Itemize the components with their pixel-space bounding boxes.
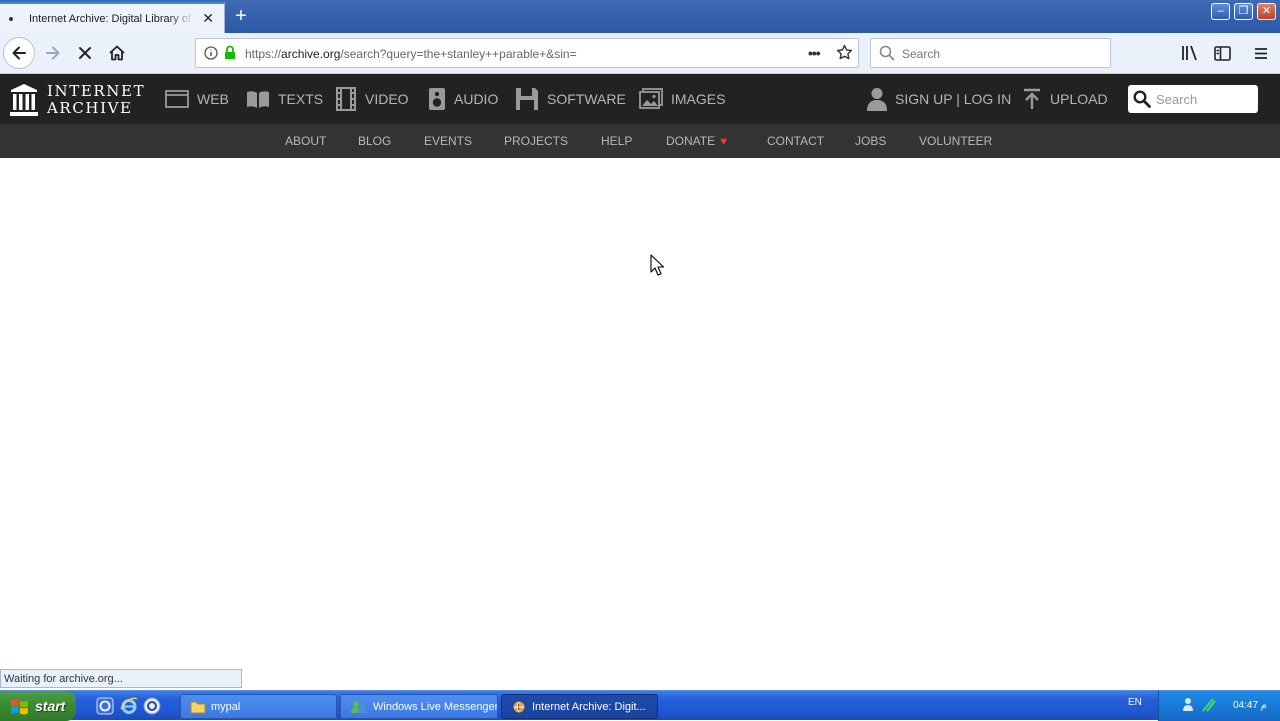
- language-indicator[interactable]: EN: [1128, 697, 1142, 708]
- upload-link[interactable]: UPLOAD: [1022, 86, 1108, 112]
- book-icon: [246, 89, 270, 109]
- shield-icon[interactable]: [1201, 697, 1217, 718]
- taskbar-item-label: mypal: [211, 700, 241, 713]
- system-tray: 04:47 ‫م‬: [1158, 691, 1280, 721]
- taskbar-item-internet-archive[interactable]: Internet Archive: Digit...: [501, 694, 658, 719]
- menu-software-label: SOFTWARE: [547, 91, 626, 107]
- loading-dot-icon: [9, 16, 13, 21]
- subnav-donate-label: DONATE: [666, 134, 716, 148]
- menu-images[interactable]: IMAGES: [639, 86, 725, 112]
- menu-audio[interactable]: AUDIO: [428, 86, 498, 112]
- arrow-right-icon[interactable]: [37, 37, 69, 69]
- menu-texts-label: TEXTS: [278, 91, 324, 107]
- lock-icon[interactable]: [224, 45, 236, 65]
- arrow-left-icon[interactable]: [3, 37, 35, 69]
- browser-search-placeholder: Search: [902, 47, 941, 61]
- heart-icon: ♥: [720, 134, 728, 148]
- floppy-disk-icon: [515, 87, 539, 111]
- window-close-icon[interactable]: ✕: [1257, 3, 1276, 20]
- archive-search-input[interactable]: Search: [1128, 85, 1258, 113]
- archive-logo[interactable]: INTERNET ARCHIVE: [10, 83, 144, 117]
- menu-web[interactable]: WEB: [165, 86, 229, 112]
- subnav-help[interactable]: HELP: [601, 134, 632, 148]
- menu-audio-label: AUDIO: [454, 91, 499, 107]
- url-text: https://archive.org/search?query=the+sta…: [245, 47, 577, 61]
- subnav-about[interactable]: ABOUT: [285, 134, 326, 148]
- clock: 04:47 ‫م‬: [1232, 700, 1267, 711]
- upload-label: UPLOAD: [1050, 91, 1108, 107]
- minimize-icon[interactable]: –: [1211, 3, 1230, 20]
- menu-web-label: WEB: [197, 91, 229, 107]
- upload-icon: [1022, 88, 1042, 110]
- subnav-blog[interactable]: BLOG: [358, 134, 391, 148]
- logo-line-archive: ARCHIVE: [47, 99, 133, 117]
- home-icon[interactable]: [101, 37, 133, 69]
- subnav-volunteer[interactable]: VOLUNTEER: [919, 134, 992, 148]
- browser-search-box[interactable]: Search: [870, 38, 1111, 68]
- archive-building-icon: [10, 84, 38, 116]
- archive-subnav: ABOUT BLOG EVENTS PROJECTS HELP DONATE ♥ …: [0, 124, 1280, 158]
- archive-header: INTERNET ARCHIVE WEB TEXTS VIDEO AUDIO S…: [0, 74, 1280, 124]
- navigation-toolbar: https://archive.org/search?query=the+sta…: [0, 33, 1280, 74]
- tab-internet-archive[interactable]: Internet Archive: Digital Library of Fre…: [0, 2, 225, 33]
- url-prefix: https://: [245, 47, 282, 61]
- sidebar-icon[interactable]: [1206, 37, 1238, 69]
- windows-logo-icon: [11, 699, 28, 714]
- tab-title: Internet Archive: Digital Library of Fre…: [29, 12, 194, 25]
- stop-icon[interactable]: [69, 37, 101, 69]
- menu-software[interactable]: SOFTWARE: [515, 86, 626, 112]
- taskbar-item-mypal[interactable]: mypal: [180, 694, 337, 719]
- account-label: SIGN UP | LOG IN: [895, 91, 1012, 107]
- messenger-icon: [350, 700, 368, 714]
- close-icon[interactable]: ✕: [202, 11, 214, 25]
- network-icon[interactable]: [1183, 697, 1199, 718]
- film-icon: [335, 87, 357, 111]
- taskbar: start mypal Windows Live Messenger Inter…: [0, 690, 1280, 721]
- menu-texts[interactable]: TEXTS: [246, 86, 323, 112]
- info-icon[interactable]: [204, 46, 218, 65]
- library-icon[interactable]: [1174, 37, 1206, 69]
- url-bar[interactable]: https://archive.org/search?query=the+sta…: [195, 38, 859, 68]
- start-label: start: [35, 698, 66, 714]
- tab-strip: Internet Archive: Digital Library of Fre…: [0, 0, 1280, 33]
- ellipsis-icon[interactable]: •••: [808, 45, 821, 61]
- restore-icon[interactable]: ❐: [1234, 3, 1253, 20]
- search-icon: [879, 45, 895, 66]
- taskbar-item-label: Windows Live Messenger: [373, 700, 498, 713]
- start-button[interactable]: start: [0, 691, 76, 721]
- plus-icon[interactable]: +: [231, 5, 251, 27]
- menu-video[interactable]: VIDEO: [335, 86, 409, 112]
- taskbar-item-messenger[interactable]: Windows Live Messenger: [340, 694, 498, 719]
- internet-explorer-icon[interactable]: [120, 697, 138, 715]
- speaker-icon: [428, 87, 446, 111]
- sign-up-log-in-link[interactable]: SIGN UP | LOG IN: [867, 86, 1011, 112]
- subnav-contact[interactable]: CONTACT: [767, 134, 824, 148]
- subnav-projects[interactable]: PROJECTS: [504, 134, 568, 148]
- subnav-donate[interactable]: DONATE ♥: [666, 134, 727, 148]
- quicklaunch-app-icon[interactable]: [143, 697, 161, 715]
- folder-icon: [190, 700, 206, 714]
- hamburger-icon[interactable]: [1245, 37, 1277, 69]
- taskbar-item-label: Internet Archive: Digit...: [532, 700, 646, 713]
- archive-search-placeholder: Search: [1156, 92, 1198, 107]
- logo-line-internet: INTERNET: [47, 82, 146, 100]
- mouse-cursor-icon: [650, 254, 664, 276]
- subnav-jobs[interactable]: JOBS: [855, 134, 886, 148]
- subnav-events[interactable]: EVENTS: [424, 134, 472, 148]
- status-bar: Waiting for archive.org...: [0, 669, 242, 688]
- url-domain: archive.org: [281, 47, 341, 61]
- user-icon: [867, 87, 887, 111]
- url-path: /search?query=the+stanley++parable+&sin=: [340, 47, 577, 61]
- quicklaunch-browser-icon[interactable]: [96, 697, 114, 715]
- menu-images-label: IMAGES: [671, 91, 726, 107]
- page-content: [0, 158, 1280, 669]
- star-icon[interactable]: [836, 44, 853, 66]
- browser-icon: [511, 700, 527, 714]
- menu-video-label: VIDEO: [365, 91, 409, 107]
- search-icon: [1133, 90, 1151, 113]
- web-icon: [165, 89, 189, 109]
- image-icon: [639, 88, 663, 110]
